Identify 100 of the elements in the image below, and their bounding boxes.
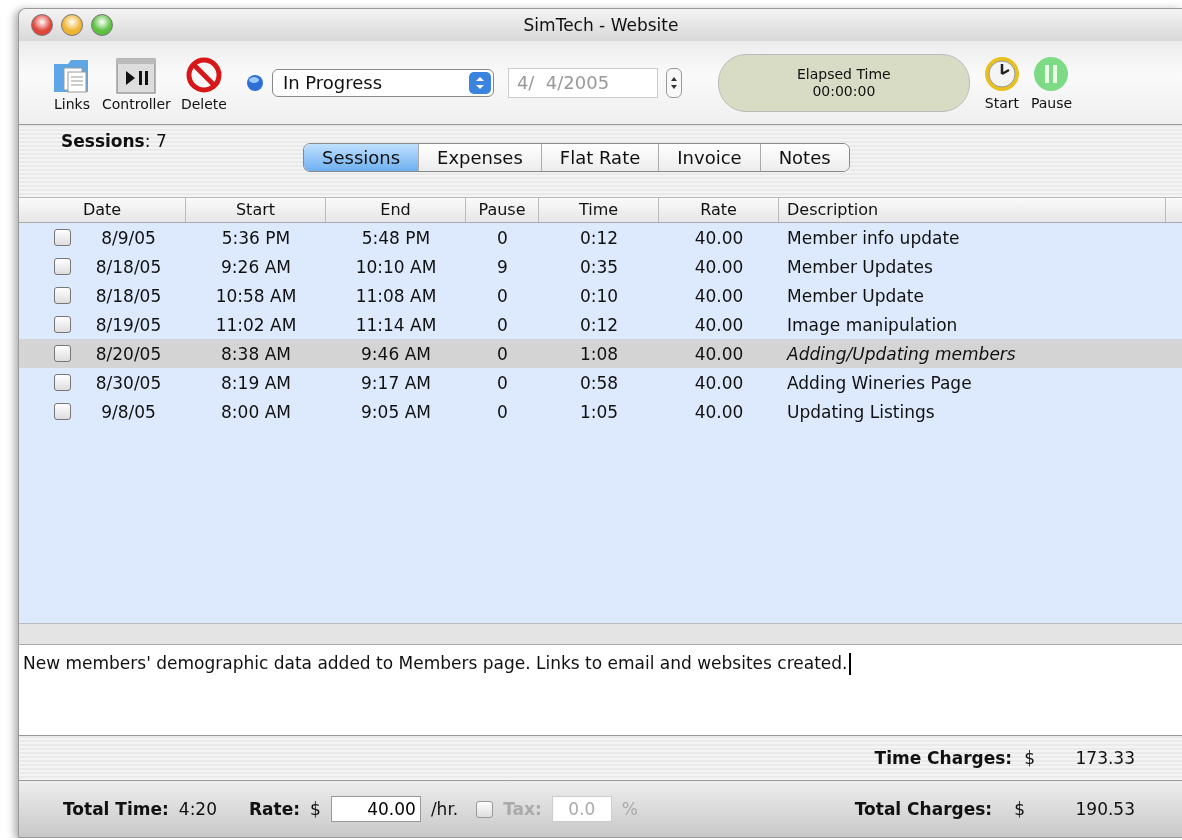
table-cell-text: 11:08 AM [354,285,438,306]
table-cell-text: 0 [496,227,509,248]
column-header[interactable]: Date [19,198,186,222]
table-cell-text: 0 [496,314,509,335]
up-down-arrows-icon [468,71,491,94]
table-cell-text: Adding Wineries Page [786,372,973,393]
table-row[interactable]: 8/9/05 5:36 PM 5:48 PM 0 0:12 40.00 Member info update [19,223,1182,252]
currency-symbol: $ [1024,748,1035,768]
table-cell-text: 0:12 [578,227,620,248]
checkbox[interactable] [54,403,71,420]
table-cell-text: 40.00 [693,314,745,335]
checkbox[interactable] [54,374,71,391]
table-cell-text: 1:05 [578,401,620,422]
currency-symbol: $ [310,799,321,819]
table-cell-text: 0 [496,372,509,393]
pause-button[interactable]: Pause [1027,54,1076,111]
status-dropdown[interactable]: In Progress [271,68,494,97]
table-row[interactable]: 9/8/05 8:00 AM 9:05 AM 0 1:05 40.00 Updating Listings [19,397,1182,426]
table-cell-text: 0:58 [578,372,620,393]
table-cell-text: 0 [496,285,509,306]
checkbox[interactable] [54,316,71,333]
total-charges-label: Total Charges: [854,799,993,819]
table-row[interactable]: 8/18/05 10:58 AM 11:08 AM 0 0:10 40.00 Member Update [19,281,1182,310]
tab[interactable]: Expenses [418,144,541,171]
table-cell-text: Member Update [786,285,925,306]
table-cell-text: 40.00 [693,256,745,277]
checkbox[interactable] [54,258,71,275]
table-cell-text: 8/9/05 [100,227,157,248]
table-cell-text: 5:48 PM [360,227,432,248]
tab[interactable]: Notes [759,144,849,171]
tab[interactable]: Sessions [304,144,419,171]
time-charges-value: 173.33 [1074,748,1135,768]
controller-button[interactable]: Controller [99,57,174,112]
column-header[interactable]: End [326,198,466,222]
tab[interactable]: Invoice [658,144,760,171]
table-cell-text: Member Updates [786,256,934,277]
table-cell-text: 10:58 AM [214,285,298,306]
table-cell-text: 0:10 [578,285,620,306]
table-cell-text: 0 [496,343,509,364]
rate-unit: /hr. [430,799,459,819]
column-header[interactable]: Start [186,198,326,222]
table-cell-text: 8:19 AM [220,372,292,393]
table-row[interactable]: 8/20/05 8:38 AM 9:46 AM 0 1:08 40.00 Adding/Updating members [19,339,1182,368]
table-cell-text: 10:10 AM [354,256,438,277]
checkbox[interactable] [54,287,71,304]
globe-icon [245,73,264,92]
rate-label: Rate: [249,799,301,819]
table-cell-text: 8:00 AM [220,401,292,422]
column-header[interactable]: Pause [466,198,539,222]
table-cell-text: 0 [496,401,509,422]
table-cell-text: 0:35 [578,256,620,277]
table-cell-text: 9/8/05 [100,401,157,422]
close-button[interactable] [31,14,53,36]
splitter-handle[interactable] [19,623,1182,645]
table-cell-text: 40.00 [693,227,745,248]
tab[interactable]: Flat Rate [540,144,659,171]
total-charges-value: 190.53 [1074,799,1135,819]
pause-icon [1032,54,1071,93]
table-row[interactable]: 8/19/05 11:02 AM 11:14 AM 0 0:12 40.00 Image manipulation [19,310,1182,339]
sessions-count: Sessions: 7 [61,131,167,151]
play-pause-icon [116,57,157,94]
table-cell-text: 8:38 AM [220,343,292,364]
delete-button[interactable]: Delete [177,55,230,112]
table-cell-text: Image manipulation [786,314,959,335]
time-charges-label: Time Charges: [874,748,1013,768]
links-button[interactable]: Links [49,53,95,112]
checkbox[interactable] [54,345,71,362]
prohibited-icon [184,55,223,94]
table-cell-text: 9 [496,256,509,277]
notes-field[interactable]: New members' demographic data added to Members page. Links to email and websites created. [19,645,1182,735]
table-cell-text: 9:17 AM [360,372,432,393]
table-cell-text: 40.00 [693,285,745,306]
table-cell-text: Updating Listings [786,401,936,422]
table-cell-text: Member info update [786,227,961,248]
table-cell-text: 11:14 AM [354,314,438,335]
clock-icon [982,54,1021,93]
table-cell-text: 8/20/05 [94,343,163,364]
minimize-button[interactable] [61,14,83,36]
table-cell-text: 9:26 AM [220,256,292,277]
elapsed-time-value: 00:00:00 [812,82,876,100]
date-stepper[interactable] [665,67,682,98]
table-cell-text: 8/18/05 [94,256,163,277]
table-cell-text: 8/19/05 [94,314,163,335]
table-cell-text: 1:08 [578,343,620,364]
table-row[interactable]: 8/18/05 9:26 AM 10:10 AM 9 0:35 40.00 Member Updates [19,252,1182,281]
table-cell-text: 0:12 [578,314,620,335]
total-time-label: Total Time: [63,799,169,819]
rate-field[interactable]: 40.00 [330,796,421,822]
table-cell-text: 9:46 AM [360,343,432,364]
table-cell-text: 11:02 AM [214,314,298,335]
column-header[interactable]: Description [779,198,1166,222]
column-header[interactable]: Rate [659,198,779,222]
table-row[interactable]: 8/30/05 8:19 AM 9:17 AM 0 0:58 40.00 Adding Wineries Page [19,368,1182,397]
zoom-button[interactable] [91,14,113,36]
column-header[interactable]: Time [539,198,659,222]
percent-sign: % [621,799,638,819]
text-cursor [849,653,852,675]
checkbox[interactable] [54,229,71,246]
start-button[interactable]: Start [979,54,1024,111]
table-cell-text: 40.00 [693,401,745,422]
